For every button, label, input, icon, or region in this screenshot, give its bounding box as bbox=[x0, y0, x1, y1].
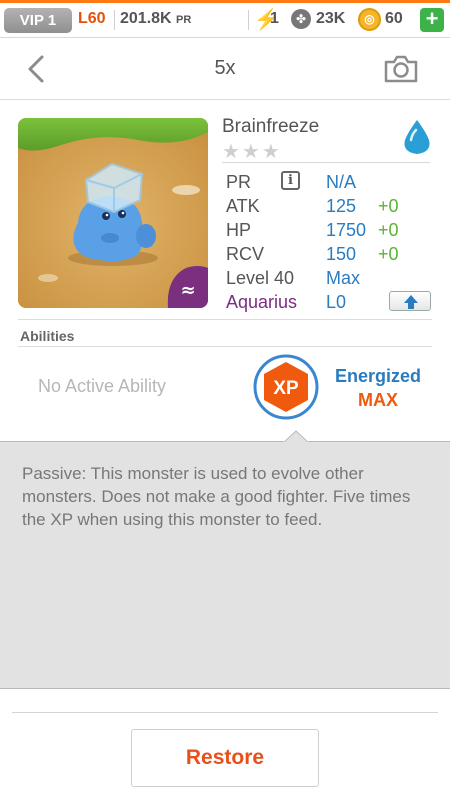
player-level: L60 bbox=[78, 10, 106, 27]
gold-count: 60 bbox=[385, 10, 403, 27]
monster-portrait[interactable]: ≈ bbox=[18, 118, 208, 308]
svg-text:≈: ≈ bbox=[180, 280, 195, 301]
camera-icon bbox=[384, 55, 418, 83]
power-unit: PR bbox=[176, 14, 192, 26]
level-label: Level 40 bbox=[226, 268, 295, 288]
water-drop-icon bbox=[400, 118, 434, 156]
passive-ability-level: MAX bbox=[358, 390, 398, 410]
ability-description: Passive: This monster is used to evolve … bbox=[22, 464, 411, 529]
pr-value: N/A bbox=[326, 172, 357, 192]
energy-count: 1 bbox=[270, 10, 279, 27]
restore-button[interactable]: Restore bbox=[131, 729, 319, 787]
gold-coin-icon: ◎ bbox=[358, 8, 381, 31]
passive-ability-name: Energized bbox=[334, 366, 422, 386]
arrow-up-icon bbox=[404, 295, 418, 309]
atk-bonus: +0 bbox=[378, 196, 399, 216]
rcv-bonus: +0 bbox=[378, 244, 399, 264]
name-divider bbox=[222, 162, 430, 163]
camera-button[interactable] bbox=[382, 51, 420, 87]
section-divider bbox=[18, 319, 432, 320]
monster-name: Brainfreeze bbox=[222, 116, 320, 137]
rcv-value: 150 bbox=[326, 244, 357, 264]
status-divider bbox=[114, 10, 115, 30]
xp-badge-label: XP bbox=[273, 378, 299, 399]
info-icon[interactable]: i bbox=[281, 171, 300, 190]
pointer-arrow bbox=[284, 430, 308, 443]
hp-value: 1750 bbox=[326, 220, 367, 240]
monster-image: ≈ bbox=[18, 118, 208, 308]
abilities-divider bbox=[18, 346, 432, 347]
active-ability: No Active Ability bbox=[38, 376, 167, 396]
upgrade-sign-button[interactable] bbox=[389, 291, 431, 311]
monster-detail-screen: VIP 1 L60 201.8K PR ⚡ 1 ✤ 23K ◎ 60 + 5x bbox=[0, 0, 450, 800]
rcv-label: RCV bbox=[226, 244, 265, 264]
vip-badge[interactable]: VIP 1 bbox=[4, 8, 72, 33]
abilities-title: Abilities bbox=[20, 328, 75, 344]
power-value: 201.8K bbox=[120, 10, 172, 27]
paw-count: 23K bbox=[316, 10, 346, 27]
buy-currency-button[interactable]: + bbox=[420, 8, 444, 32]
top-accent-line bbox=[0, 0, 450, 3]
sign-value: L0 bbox=[326, 292, 347, 312]
hp-bonus: +0 bbox=[378, 220, 399, 240]
power-rating: 201.8K PR bbox=[120, 10, 191, 28]
level-value: Max bbox=[326, 268, 361, 288]
footer-divider bbox=[12, 712, 438, 713]
hp-label: HP bbox=[226, 220, 252, 240]
nav-header: 5x bbox=[0, 39, 450, 100]
status-divider bbox=[248, 10, 249, 30]
status-bar: VIP 1 L60 201.8K PR ⚡ 1 ✤ 23K ◎ 60 + bbox=[0, 0, 450, 38]
xp-passive-icon[interactable]: XP bbox=[253, 354, 319, 420]
atk-value: 125 bbox=[326, 196, 357, 216]
pr-label: PR bbox=[226, 172, 252, 192]
atk-label: ATK bbox=[226, 196, 260, 216]
star-rating: ★★★ bbox=[222, 141, 282, 163]
sign-label: Aquarius bbox=[226, 292, 298, 312]
paw-icon: ✤ bbox=[291, 9, 311, 29]
